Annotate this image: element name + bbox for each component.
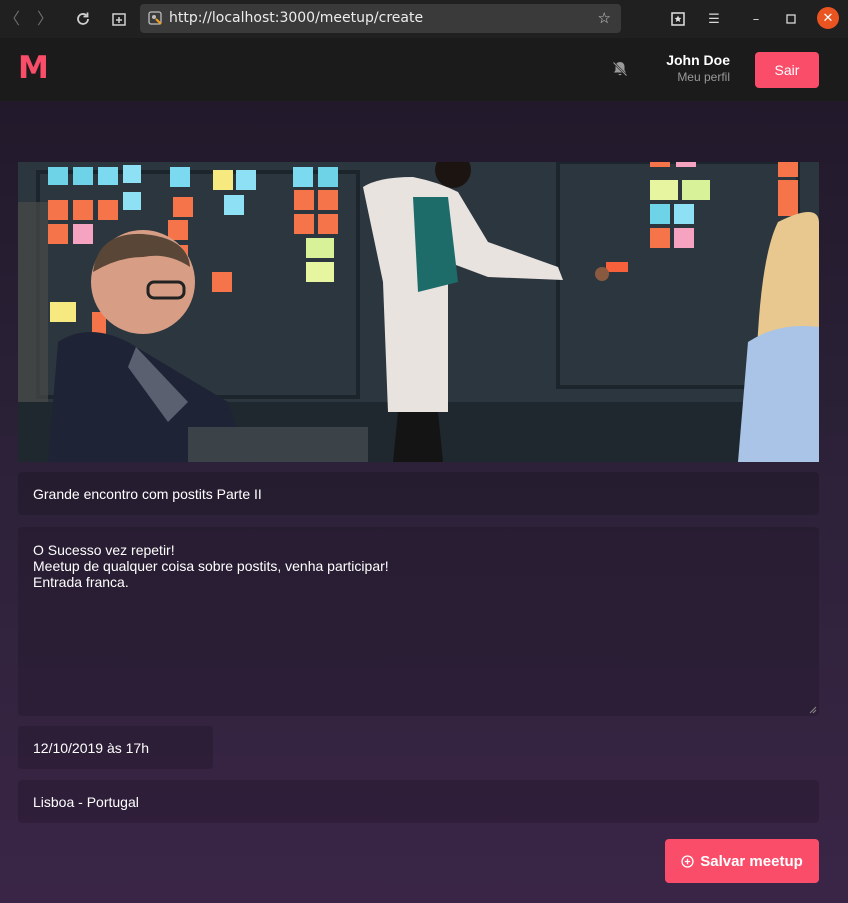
browser-toolbar: 〈 〉 http://localhost:3000/meetup/create … (0, 0, 848, 38)
forward-icon[interactable]: 〉 (33, 7, 57, 31)
meetup-banner-photo (18, 162, 819, 462)
title-input[interactable]: Grande encontro com postits Parte II (18, 472, 819, 515)
new-tab-icon[interactable] (107, 7, 131, 31)
user-name: John Doe (666, 52, 730, 68)
description-line: Meetup de qualquer coisa sobre postits, … (33, 558, 389, 574)
minimize-icon[interactable]: – (745, 8, 767, 30)
banner-image-upload[interactable] (18, 162, 819, 462)
star-icon[interactable]: ☆ (598, 9, 611, 27)
date-input[interactable]: 12/10/2019 às 17h (18, 726, 213, 769)
description-line: O Sucesso vez repetir! (33, 542, 175, 558)
description-line: Entrada franca. (33, 574, 129, 590)
logo[interactable]: M (18, 53, 49, 84)
maximize-icon[interactable] (780, 8, 802, 30)
back-icon[interactable]: 〈 (0, 7, 24, 31)
location-input[interactable]: Lisboa - Portugal (18, 780, 819, 823)
close-icon[interactable]: ✕ (817, 7, 839, 29)
resize-handle-icon[interactable] (809, 706, 817, 714)
add-circle-icon (681, 854, 694, 868)
save-meetup-button[interactable]: Salvar meetup (665, 839, 819, 883)
insecure-lock-icon[interactable] (148, 11, 162, 25)
url-text[interactable]: http://localhost:3000/meetup/create (169, 10, 423, 26)
profile-link[interactable]: Meu perfil (622, 70, 730, 84)
reload-icon[interactable] (71, 7, 95, 31)
description-textarea[interactable]: O Sucesso vez repetir! Meetup de qualque… (18, 527, 819, 716)
logout-button[interactable]: Sair (755, 52, 819, 88)
extension-icon[interactable] (667, 8, 689, 30)
address-bar[interactable]: http://localhost:3000/meetup/create ☆ (140, 4, 621, 33)
save-meetup-label: Salvar meetup (700, 852, 803, 870)
menu-icon[interactable]: ☰ (703, 8, 725, 30)
